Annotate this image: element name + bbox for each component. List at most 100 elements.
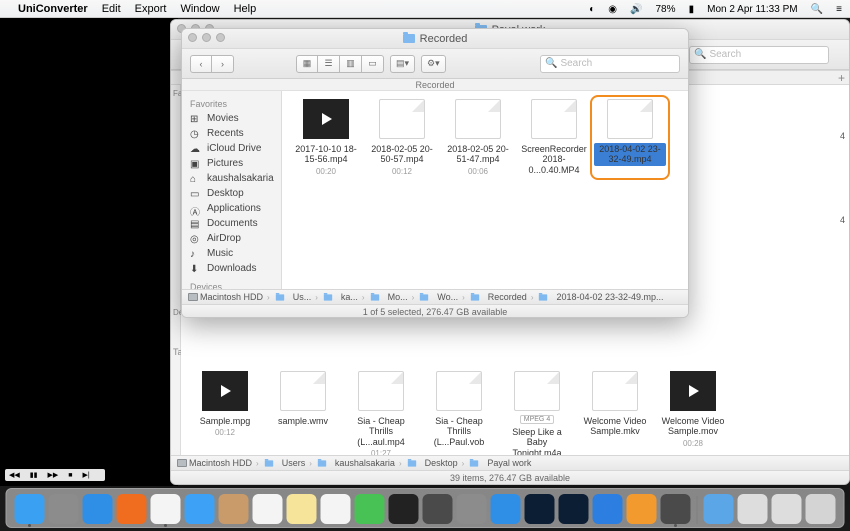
menubar-app-name[interactable]: UniConverter [18,3,88,15]
path-segment[interactable]: kaushalsakaria [316,458,395,468]
dock-trash[interactable] [806,494,836,524]
dock-mail[interactable] [185,494,215,524]
sidebar-item-applications[interactable]: ⒶApplications [182,201,281,216]
dock-downloads-stack[interactable] [772,494,802,524]
dock-reminders[interactable] [321,494,351,524]
file-item[interactable]: sample.wmv [267,371,339,455]
path-segment[interactable]: Recorded [469,292,527,302]
search-field[interactable]: 🔍Search [540,55,680,73]
step-button[interactable]: ▶| [83,471,90,479]
dock-calendar[interactable] [253,494,283,524]
path-segment[interactable]: 2018-04-02 23-32-49.mp... [537,292,663,302]
sidebar-item-music[interactable]: ♪Music [182,246,281,261]
menu-export[interactable]: Export [135,3,167,15]
forward-button[interactable]: › [212,55,234,73]
file-grid[interactable]: 2017-10-10 18-15-56.mp400:202018-02-05 2… [282,91,688,289]
dock-finder[interactable] [15,494,45,524]
next-button[interactable]: ▶▶ [48,471,59,479]
sidebar-item-downloads[interactable]: ⬇Downloads [182,261,281,276]
dock-firefox[interactable] [117,494,147,524]
zoom-button[interactable] [216,33,225,42]
file-item[interactable]: Sia - Cheap Thrills (L...Paul.vob [423,371,495,455]
dock-lightroom[interactable] [559,494,589,524]
menu-extra-icon[interactable]: ≡ [836,4,842,15]
close-button[interactable] [188,33,197,42]
sidebar-item-desktop[interactable]: ▭Desktop [182,186,281,201]
pause-button[interactable]: ▮▮ [30,471,38,479]
back-button[interactable]: ‹ [190,55,212,73]
new-tab-button[interactable]: + [838,71,845,85]
dock-terminal[interactable] [389,494,419,524]
sidebar-item-recents[interactable]: ◷Recents [182,126,281,141]
sidebar-item-icloud-drive[interactable]: ☁iCloud Drive [182,141,281,156]
titlebar[interactable]: Recorded [182,29,688,49]
sidebar-item-kaushalsakaria[interactable]: ⌂kaushalsakaria [182,171,281,186]
spotlight-icon[interactable]: 🔍 [811,4,823,15]
dock-chrome[interactable] [151,494,181,524]
sidebar-item-movies[interactable]: ⊞Movies [182,111,281,126]
do-not-disturb-icon[interactable]: ◐ [589,4,595,15]
playback-controls: ◀◀ ▮▮ ▶▶ ■ ▶| [5,469,105,481]
dock-photoshop[interactable] [525,494,555,524]
dock-launchpad[interactable] [49,494,79,524]
gallery-view-button[interactable]: ▭ [362,55,384,73]
menu-help[interactable]: Help [234,3,257,15]
path-segment[interactable]: Macintosh HDD [188,292,263,302]
file-item[interactable]: 2018-04-02 23-32-49.mp4 [594,99,666,176]
arrange-button[interactable]: ▤▾ [390,55,415,73]
dock-preferences[interactable] [457,494,487,524]
file-item[interactable]: 2018-02-05 20-51-47.mp400:06 [442,99,514,176]
volume-icon[interactable]: 🔊 [630,4,642,15]
stop-button[interactable]: ■ [68,472,72,479]
clock[interactable]: Mon 2 Apr 11:33 PM [707,4,797,15]
path-segment[interactable]: Mo... [369,292,408,302]
sidebar-item-pictures[interactable]: ▣Pictures [182,156,281,171]
dock-contacts[interactable] [219,494,249,524]
icon-view-button[interactable]: ▦ [296,55,318,73]
dock-img[interactable] [738,494,768,524]
path-segment[interactable]: ka... [322,292,358,302]
file-item[interactable]: 2018-02-05 20-50-57.mp400:12 [366,99,438,176]
dock-safari[interactable] [83,494,113,524]
file-item[interactable]: ScreenRecorder 2018-0...0.40.MP4 [518,99,590,176]
dock-preview-doc[interactable] [704,494,734,524]
dock-notes[interactable] [287,494,317,524]
file-item[interactable]: Welcome Video Sample.mov00:28 [657,371,729,455]
menu-window[interactable]: Window [180,3,219,15]
file-item[interactable]: Sia - Cheap Thrills (L...aul.mp401:27 [345,371,417,455]
dock-messages[interactable] [355,494,385,524]
file-item[interactable]: Welcome Video Sample.mkv [579,371,651,455]
dock-dropbox[interactable] [593,494,623,524]
column-view-button[interactable]: ▥ [340,55,362,73]
file-item[interactable]: 2017-10-10 18-15-56.mp400:20 [290,99,362,176]
file-item[interactable]: MPEG 4Sleep Like a Baby Tonight.m4a05:02 [501,371,573,455]
file-name: Sample.mpg [198,415,253,427]
path-segment[interactable]: Payal work [468,458,531,468]
path-segment[interactable]: Users [263,458,306,468]
menu-edit[interactable]: Edit [102,3,121,15]
search-icon: 🔍 [545,58,557,69]
wifi-icon[interactable]: ◉ [608,4,617,15]
search-field[interactable]: 🔍Search [689,46,829,64]
list-view-button[interactable]: ☰ [318,55,340,73]
dock-appstore[interactable] [491,494,521,524]
path-segment[interactable]: Desktop [406,458,458,468]
dock-quicktime[interactable] [423,494,453,524]
prev-button[interactable]: ◀◀ [9,471,20,479]
sidebar-item-documents[interactable]: ▤Documents [182,216,281,231]
battery-icon[interactable]: ▮ [689,4,695,15]
file-duration: 00:28 [657,439,729,448]
file-item[interactable]: Sample.mpg00:12 [189,371,261,455]
dock-vlc[interactable] [627,494,657,524]
tab-header[interactable]: Recorded [182,79,688,91]
action-button[interactable]: ⚙▾ [421,55,446,73]
path-segment[interactable]: Macintosh HDD [177,458,252,468]
battery-percent[interactable]: 78% [656,4,676,15]
minimize-button[interactable] [202,33,211,42]
desktop-icon: ▭ [190,189,202,199]
search-icon: 🔍 [694,49,706,60]
dock-uniconverter[interactable] [661,494,691,524]
path-segment[interactable]: Us... [274,292,312,302]
path-segment[interactable]: Wo... [418,292,458,302]
sidebar-item-airdrop[interactable]: ◎AirDrop [182,231,281,246]
